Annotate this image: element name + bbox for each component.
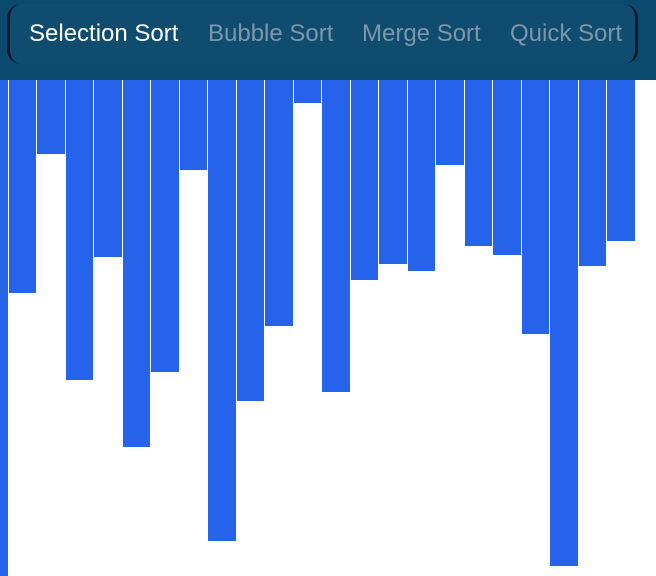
bar-16 — [436, 80, 464, 165]
bar-6 — [151, 80, 179, 372]
bar-4 — [94, 80, 122, 257]
bar-17 — [464, 80, 492, 246]
tab-bubble-sort[interactable]: Bubble Sort — [208, 4, 333, 64]
bar-11 — [293, 80, 321, 103]
tab-quick-sort[interactable]: Quick Sort — [510, 4, 622, 64]
bar-13 — [350, 80, 378, 280]
bar-3 — [65, 80, 93, 380]
app-header: Selection Sort Bubble Sort Merge Sort Qu… — [0, 0, 656, 80]
bar-8 — [208, 80, 236, 541]
bar-15 — [407, 80, 435, 271]
tab-merge-sort[interactable]: Merge Sort — [362, 4, 481, 64]
bar-1 — [8, 80, 36, 293]
bar-7 — [179, 80, 207, 170]
bar-19 — [521, 80, 549, 334]
bar-2 — [37, 80, 65, 154]
bar-0 — [0, 80, 8, 576]
bar-14 — [379, 80, 407, 264]
bar-5 — [122, 80, 150, 447]
tab-selection-sort[interactable]: Selection Sort — [29, 4, 178, 64]
bar-18 — [493, 80, 521, 255]
bar-12 — [322, 80, 350, 392]
bar-20 — [550, 80, 578, 566]
bar-visualizer — [0, 80, 656, 576]
bar-9 — [236, 80, 264, 401]
bar-22 — [607, 80, 635, 241]
bar-21 — [578, 80, 606, 266]
bar-10 — [265, 80, 293, 326]
algorithm-tabs: Selection Sort Bubble Sort Merge Sort Qu… — [7, 4, 638, 64]
